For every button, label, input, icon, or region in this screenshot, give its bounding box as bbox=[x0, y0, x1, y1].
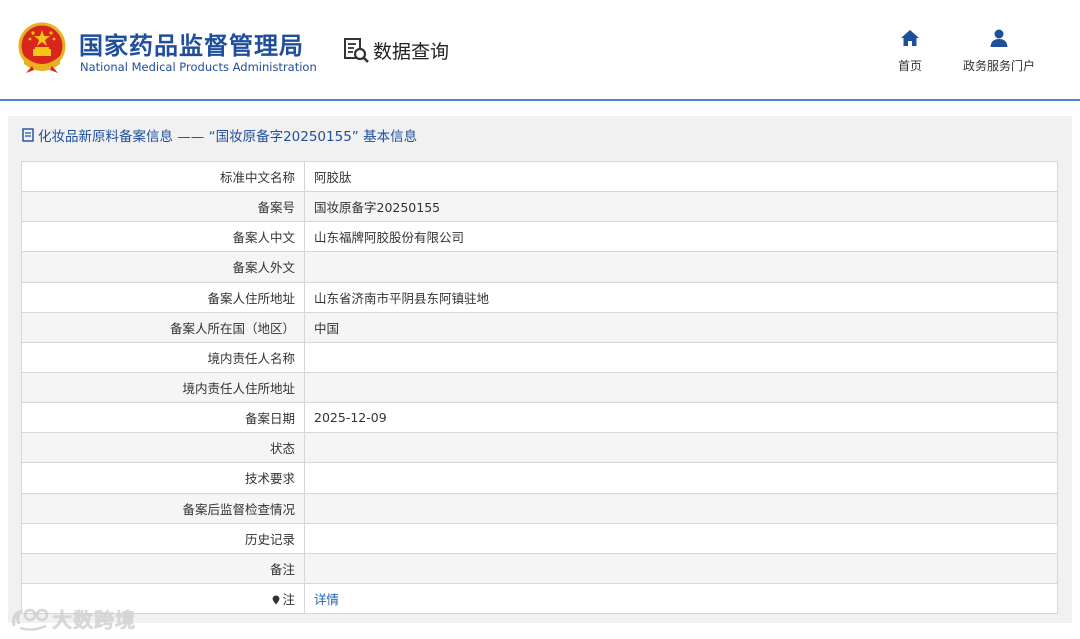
data-query-heading[interactable]: 数据查询 bbox=[342, 36, 449, 64]
field-value: 山东省济南市平阴县东阿镇驻地 bbox=[304, 281, 1058, 313]
watermark-text: 大数跨境 bbox=[52, 608, 136, 632]
table-row: 备案日期 2025-12-09 bbox=[21, 402, 1058, 434]
site-title: 国家药品监督管理局 bbox=[79, 32, 304, 60]
field-label: 状态 bbox=[21, 432, 305, 464]
field-value bbox=[304, 371, 1058, 404]
table-row: 备案后监督检查情况 bbox=[21, 492, 1058, 524]
field-value bbox=[304, 432, 1058, 464]
field-label: 备案人外文 bbox=[21, 251, 305, 283]
field-value: 2025-12-09 bbox=[304, 402, 1058, 434]
field-label: 境内责任人名称 bbox=[21, 341, 305, 373]
field-label: 备案号 bbox=[21, 191, 305, 223]
detail-link[interactable]: 详情 bbox=[314, 592, 339, 607]
table-row: 备案人住所地址 山东省济南市平阴县东阿镇驻地 bbox=[21, 281, 1058, 313]
document-icon bbox=[22, 128, 34, 142]
table-row: 备案人外文 bbox=[21, 251, 1058, 283]
field-label: 备案人中文 bbox=[21, 221, 305, 253]
table-row: 备案人中文 山东福牌阿胶股份有限公司 bbox=[21, 221, 1058, 253]
nav-home-link[interactable]: 首页 bbox=[893, 28, 927, 74]
nav-home-label: 首页 bbox=[897, 59, 922, 73]
table-row: 备案号 国妆原备字20250155 bbox=[21, 191, 1058, 223]
field-value bbox=[304, 341, 1058, 373]
site-subtitle: National Medical Products Administration bbox=[80, 60, 317, 74]
home-icon bbox=[901, 30, 919, 46]
pin-icon bbox=[273, 595, 280, 605]
table-row: 境内责任人名称 bbox=[21, 341, 1058, 373]
field-label: 境内责任人住所地址 bbox=[21, 371, 305, 404]
nav-service-portal-label: 政务服务门户 bbox=[962, 59, 1035, 73]
field-label: 备案后监督检查情况 bbox=[21, 492, 305, 524]
field-value bbox=[304, 492, 1058, 524]
header-divider bbox=[0, 99, 1080, 101]
record-info-table: 标准中文名称 阿胶肽 备案号 国妆原备字20250155 备案人中文 山东福牌阿胶股份… bbox=[21, 160, 1058, 615]
table-row: 历史记录 bbox=[21, 522, 1058, 554]
table-row: 技术要求 bbox=[21, 462, 1058, 494]
data-query-label: 数据查询 bbox=[373, 40, 450, 63]
nav-service-portal-link[interactable]: 政务服务门户 bbox=[958, 28, 1040, 74]
user-icon bbox=[990, 29, 1008, 47]
field-label: 技术要求 bbox=[21, 462, 305, 494]
field-value bbox=[304, 251, 1058, 283]
table-row: 备案人所在国（地区） 中国 bbox=[21, 311, 1058, 343]
watermark: 大数跨境 bbox=[10, 604, 136, 633]
panel-title-text: 化妆品新原料备案信息 —— “国妆原备字20250155” 基本信息 bbox=[38, 129, 418, 145]
field-value: 国妆原备字20250155 bbox=[304, 191, 1058, 223]
note-label: 注 bbox=[282, 592, 295, 608]
field-value: 阿胶肽 bbox=[304, 160, 1058, 193]
field-value bbox=[304, 462, 1058, 494]
document-search-icon bbox=[344, 38, 369, 63]
record-panel: 化妆品新原料备案信息 —— “国妆原备字20250155” 基本信息 标准中文名… bbox=[8, 116, 1072, 623]
field-value: 中国 bbox=[304, 311, 1058, 343]
national-emblem-icon bbox=[18, 22, 66, 73]
field-value bbox=[304, 522, 1058, 554]
field-label: 历史记录 bbox=[21, 522, 305, 554]
panel-title: 化妆品新原料备案信息 —— “国妆原备字20250155” 基本信息 bbox=[22, 125, 417, 145]
field-label: 备案日期 bbox=[21, 402, 305, 434]
table-row-note: 注 详情 bbox=[21, 582, 1058, 615]
table-row: 标准中文名称 阿胶肽 bbox=[21, 160, 1058, 193]
field-label: 备案人住所地址 bbox=[21, 281, 305, 313]
site-header: 国家药品监督管理局 National Medical Products Admi… bbox=[0, 0, 1080, 100]
table-row: 状态 bbox=[21, 432, 1058, 464]
field-label: 备案人所在国（地区） bbox=[21, 311, 305, 343]
field-value: 山东福牌阿胶股份有限公司 bbox=[304, 221, 1058, 253]
watermark-logo-icon bbox=[12, 608, 49, 631]
table-row: 备注 bbox=[21, 552, 1058, 584]
note-value-cell: 详情 bbox=[304, 582, 1058, 615]
field-label: 备注 bbox=[21, 552, 305, 584]
table-row: 境内责任人住所地址 bbox=[21, 371, 1058, 404]
field-label: 标准中文名称 bbox=[21, 160, 305, 193]
field-value bbox=[304, 552, 1058, 584]
